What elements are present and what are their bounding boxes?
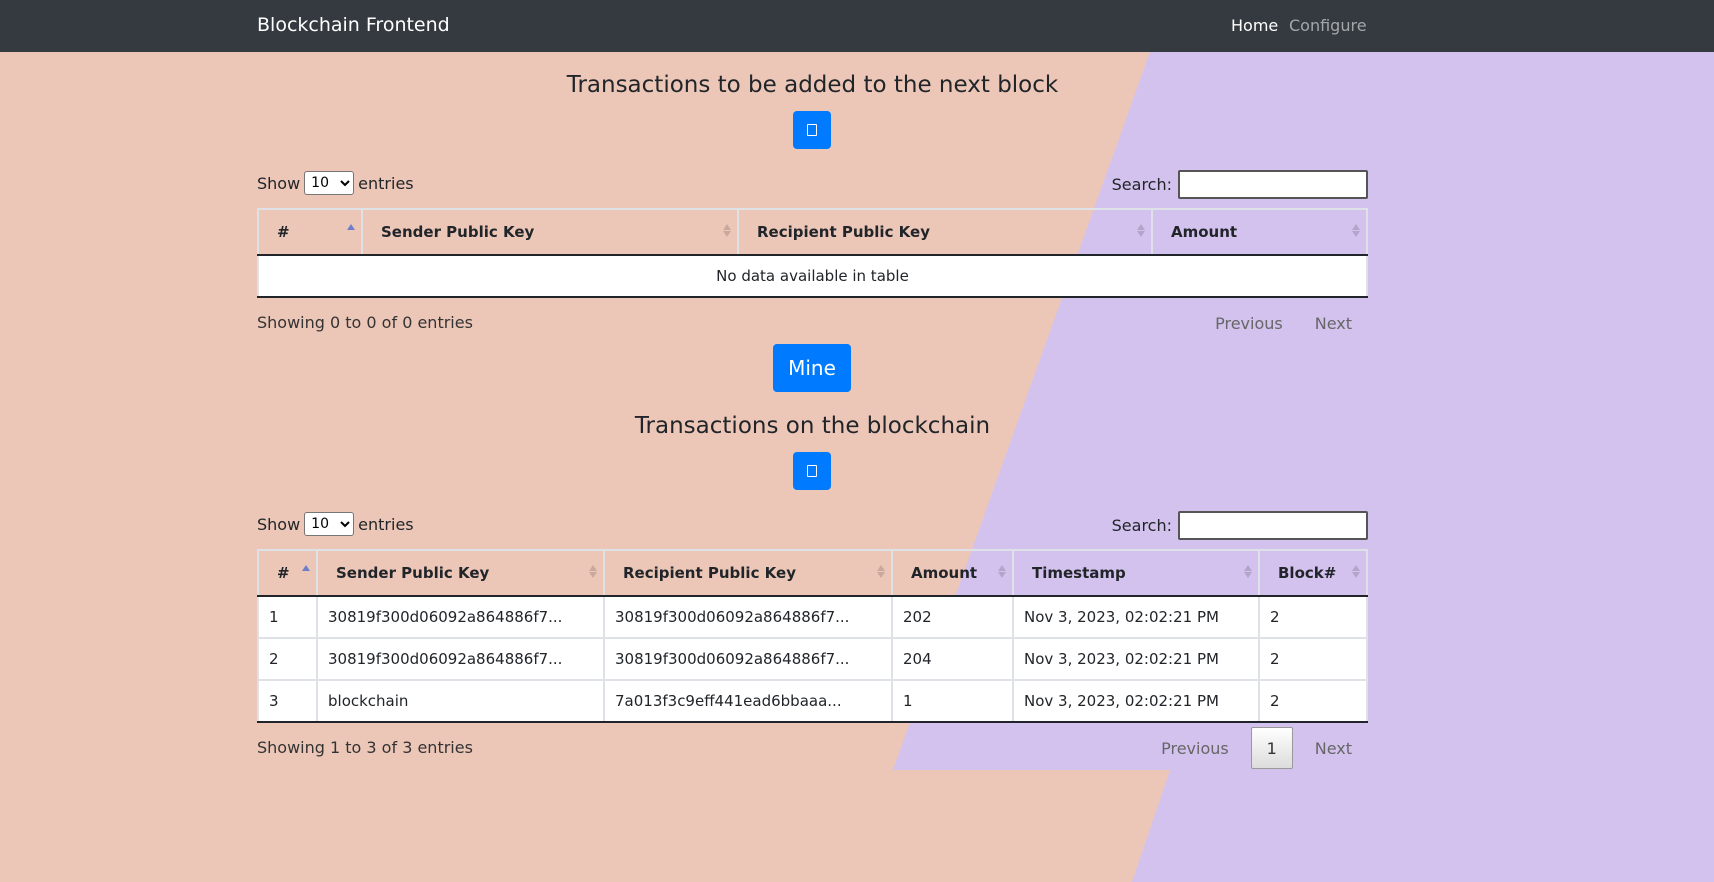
- navbar-brand[interactable]: Blockchain Frontend: [257, 14, 450, 36]
- entries-label: entries: [358, 514, 414, 534]
- chain-previous-button[interactable]: Previous: [1145, 739, 1245, 758]
- cell-timestamp: Nov 3, 2023, 02:02:21 PM: [1012, 679, 1260, 723]
- sort-icon: [723, 223, 731, 238]
- nav-configure-link[interactable]: Configure: [1289, 16, 1367, 35]
- sort-icon: [1352, 564, 1360, 579]
- pending-pagination: Previous Next: [1199, 314, 1368, 333]
- cell-sender: 30819f300d06092a864886f7...: [316, 637, 605, 681]
- table-row: No data available in table: [257, 254, 1368, 298]
- column-header-block[interactable]: Block#: [1258, 549, 1368, 597]
- cell-index: 1: [257, 595, 318, 639]
- chain-transactions-title: Transactions on the blockchain: [634, 413, 991, 439]
- sort-icon: [1137, 223, 1145, 238]
- cell-block: 2: [1258, 595, 1368, 639]
- refresh-icon: [807, 465, 817, 477]
- column-header-sender[interactable]: Sender Public Key: [361, 208, 739, 256]
- chain-pagination: Previous 1 Next: [1145, 727, 1368, 769]
- chain-table-info: Showing 1 to 3 of 3 entries: [257, 738, 473, 757]
- refresh-icon: [807, 124, 817, 136]
- sort-icon: [1244, 564, 1252, 579]
- refresh-pending-button[interactable]: [793, 111, 831, 149]
- sort-icon: [998, 564, 1006, 579]
- chain-search: Search:: [1112, 511, 1368, 540]
- sort-icon: [589, 564, 597, 579]
- sort-icon: [1352, 223, 1360, 238]
- search-label: Search:: [1111, 516, 1172, 535]
- cell-recipient: 30819f300d06092a864886f7...: [603, 637, 893, 681]
- cell-amount: 204: [891, 637, 1014, 681]
- pending-transactions-table: # Sender Public Key Recipient Public Key…: [257, 208, 1368, 298]
- pending-table-info: Showing 0 to 0 of 0 entries: [257, 313, 473, 332]
- cell-timestamp: Nov 3, 2023, 02:02:21 PM: [1012, 595, 1260, 639]
- cell-timestamp: Nov 3, 2023, 02:02:21 PM: [1012, 637, 1260, 681]
- chain-page-length-select[interactable]: 10: [304, 512, 355, 536]
- cell-amount: 202: [891, 595, 1014, 639]
- navbar: Blockchain Frontend Home Configure: [0, 0, 1714, 52]
- cell-sender: blockchain: [316, 679, 605, 723]
- column-header-index[interactable]: #: [257, 208, 363, 256]
- column-header-timestamp[interactable]: Timestamp: [1012, 549, 1260, 597]
- table-row: 2 30819f300d06092a864886f7... 30819f300d…: [257, 637, 1368, 681]
- page-1-button[interactable]: 1: [1250, 727, 1293, 769]
- column-header-amount[interactable]: Amount: [891, 549, 1014, 597]
- chain-transactions-table: # Sender Public Key Recipient Public Key…: [257, 549, 1368, 723]
- column-header-sender[interactable]: Sender Public Key: [316, 549, 605, 597]
- column-header-recipient[interactable]: Recipient Public Key: [603, 549, 893, 597]
- pending-next-button[interactable]: Next: [1299, 314, 1368, 333]
- column-header-recipient[interactable]: Recipient Public Key: [737, 208, 1153, 256]
- cell-index: 2: [257, 637, 318, 681]
- cell-block: 2: [1258, 679, 1368, 723]
- entries-label: entries: [358, 173, 414, 193]
- refresh-chain-button[interactable]: [793, 452, 831, 490]
- sort-asc-icon: [302, 564, 310, 579]
- pending-search-input[interactable]: [1178, 170, 1368, 199]
- pending-length-control: Show 10 entries: [257, 171, 414, 195]
- pending-page-length-select[interactable]: 10: [304, 171, 355, 195]
- mine-button[interactable]: Mine: [773, 344, 851, 392]
- column-header-amount[interactable]: Amount: [1151, 208, 1368, 256]
- pending-previous-button[interactable]: Previous: [1199, 314, 1299, 333]
- cell-block: 2: [1258, 637, 1368, 681]
- empty-table-message: No data available in table: [257, 254, 1368, 298]
- search-label: Search:: [1111, 175, 1172, 194]
- show-label: Show: [257, 173, 301, 193]
- nav-home-link[interactable]: Home: [1231, 16, 1278, 35]
- cell-sender: 30819f300d06092a864886f7...: [316, 595, 605, 639]
- table-row: 1 30819f300d06092a864886f7... 30819f300d…: [257, 595, 1368, 639]
- cell-amount: 1: [891, 679, 1014, 723]
- cell-index: 3: [257, 679, 318, 723]
- cell-recipient: 7a013f3c9eff441ead6bbaaa...: [603, 679, 893, 723]
- sort-icon: [877, 564, 885, 579]
- pending-transactions-title: Transactions to be added to the next blo…: [566, 72, 1059, 98]
- cell-recipient: 30819f300d06092a864886f7...: [603, 595, 893, 639]
- chain-length-control: Show 10 entries: [257, 512, 414, 536]
- show-label: Show: [257, 514, 301, 534]
- table-row: 3 blockchain 7a013f3c9eff441ead6bbaaa...…: [257, 679, 1368, 723]
- pending-search: Search:: [1112, 170, 1368, 199]
- chain-next-button[interactable]: Next: [1299, 739, 1368, 758]
- chain-search-input[interactable]: [1178, 511, 1368, 540]
- column-header-index[interactable]: #: [257, 549, 318, 597]
- sort-asc-icon: [347, 223, 355, 238]
